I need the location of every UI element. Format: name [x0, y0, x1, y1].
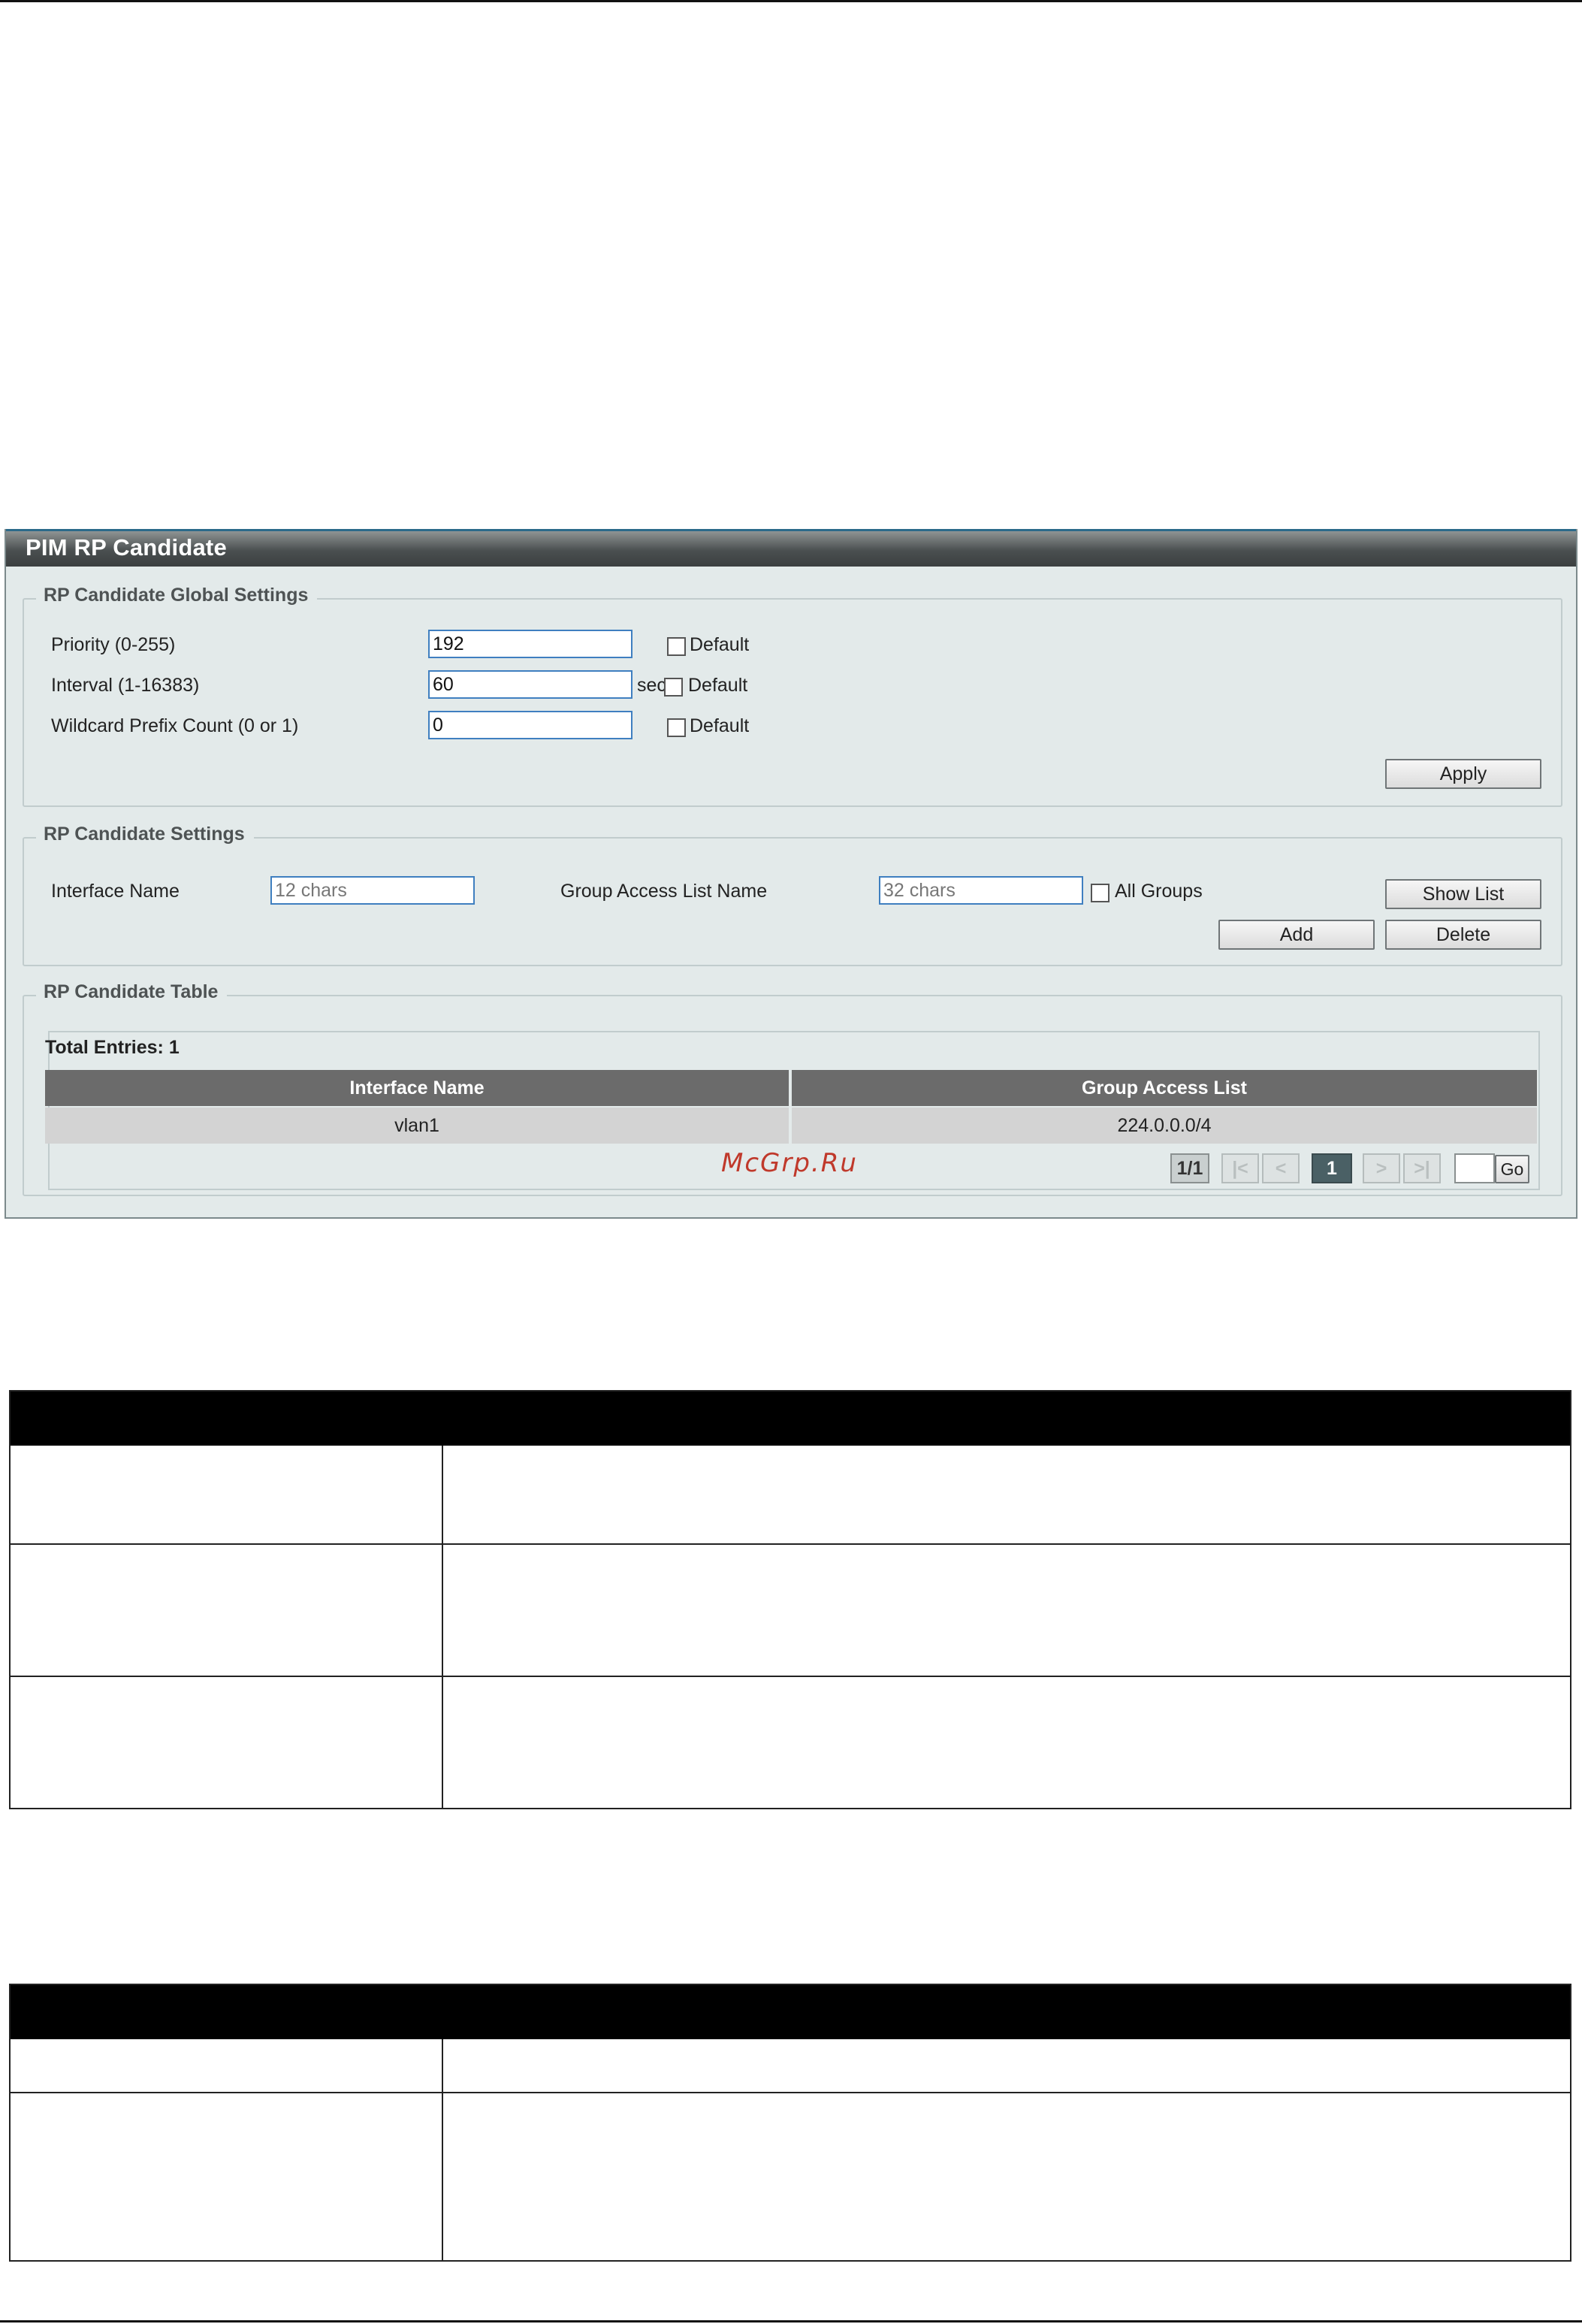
all-groups-label: All Groups [1115, 881, 1203, 902]
global-settings-group: RP Candidate Global Settings Priority (0… [23, 585, 1562, 807]
description-table-2-header [11, 1985, 1570, 2039]
description-table-2 [9, 1984, 1571, 2262]
first-page-button[interactable]: |< [1221, 1153, 1259, 1183]
show-list-button[interactable]: Show List [1385, 879, 1541, 909]
last-page-button[interactable]: >| [1403, 1153, 1441, 1183]
priority-default-label: Default [690, 634, 750, 655]
prev-page-button[interactable]: < [1262, 1153, 1300, 1183]
interface-name-label: Interface Name [51, 881, 180, 902]
priority-input[interactable] [428, 630, 632, 658]
priority-label: Priority (0-255) [51, 634, 176, 655]
group-access-list-label: Group Access List Name [560, 881, 768, 902]
next-page-button[interactable]: > [1363, 1153, 1400, 1183]
current-page-button[interactable]: 1 [1312, 1153, 1352, 1183]
interval-default-label: Default [688, 675, 748, 696]
interface-name-input[interactable] [270, 876, 475, 905]
panel-title: PIM RP Candidate [26, 534, 227, 561]
total-entries: Total Entries: 1 [45, 1037, 180, 1058]
page-info: 1/1 [1170, 1153, 1209, 1183]
candidate-table-legend: RP Candidate Table [36, 981, 228, 1003]
table-row [11, 1446, 1570, 1543]
wildcard-default-label: Default [690, 715, 750, 736]
page-number-input[interactable] [1454, 1153, 1495, 1183]
table-row-interface-cell: vlan1 [45, 1108, 789, 1144]
add-button[interactable]: Add [1218, 920, 1375, 950]
wildcard-label: Wildcard Prefix Count (0 or 1) [51, 715, 299, 736]
description-table-1-header [11, 1392, 1570, 1446]
column-header-group-access-list: Group Access List [792, 1070, 1537, 1106]
candidate-settings-group: RP Candidate Settings Interface Name Gro… [23, 824, 1562, 966]
top-rule [0, 0, 1582, 2]
group-access-list-input[interactable] [879, 876, 1083, 905]
bottom-rule [0, 2320, 1582, 2322]
panel-header: PIM RP Candidate [6, 529, 1576, 567]
apply-button[interactable]: Apply [1385, 759, 1541, 789]
candidate-settings-legend: RP Candidate Settings [36, 824, 254, 845]
table-row-group-cell: 224.0.0.0/4 [792, 1108, 1537, 1144]
table-row [11, 2039, 1570, 2092]
table-row [11, 1676, 1570, 1809]
go-button[interactable]: Go [1495, 1155, 1529, 1183]
table-row [11, 1543, 1570, 1676]
delete-button[interactable]: Delete [1385, 920, 1541, 950]
interval-input[interactable] [428, 670, 632, 699]
column-separator [442, 2039, 443, 2262]
all-groups-checkbox[interactable] [1091, 884, 1110, 902]
interval-label: Interval (1-16383) [51, 675, 200, 696]
priority-default-checkbox[interactable] [667, 637, 686, 656]
watermark-text: McGrp.Ru [721, 1148, 858, 1178]
column-separator [442, 1446, 443, 1809]
interval-default-checkbox[interactable] [664, 678, 683, 697]
table-row [11, 2092, 1570, 2262]
description-table-1 [9, 1390, 1571, 1809]
wildcard-input[interactable] [428, 711, 632, 739]
interval-unit: sec [637, 675, 666, 696]
global-settings-legend: RP Candidate Global Settings [36, 585, 318, 606]
wildcard-default-checkbox[interactable] [667, 718, 686, 737]
column-header-interface-name: Interface Name [45, 1070, 789, 1106]
